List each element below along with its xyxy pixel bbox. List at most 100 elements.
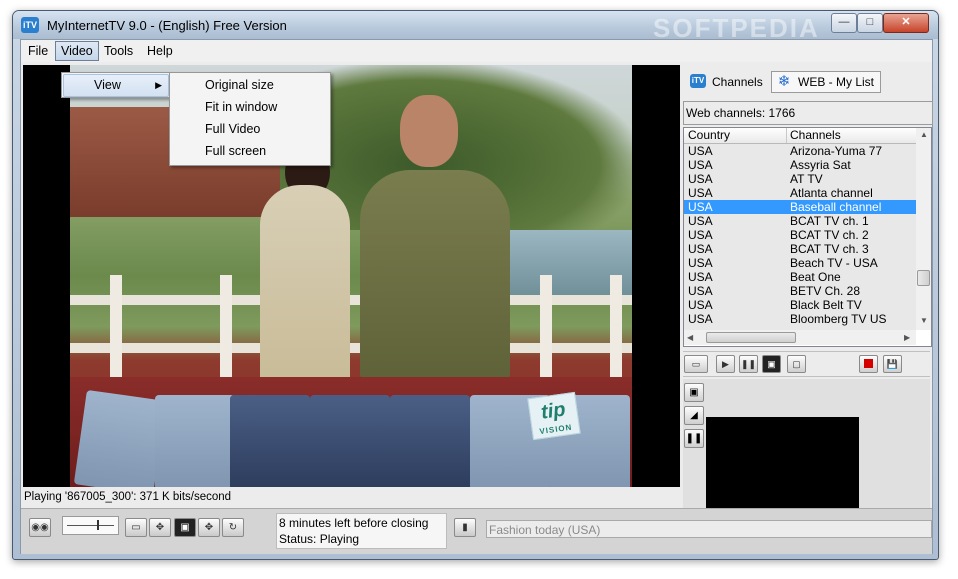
video-menu-dropdown: View ▶	[61, 72, 171, 98]
menu-item-view[interactable]: View ▶	[63, 74, 169, 97]
tab-channels[interactable]: iTV Channels	[686, 71, 769, 93]
playback-status: Playing '867005_300': 371 K bits/second	[23, 489, 681, 506]
menu-item-fit-in-window[interactable]: Fit in window	[171, 96, 329, 118]
scroll-down-icon[interactable]: ▼	[920, 316, 928, 325]
app-window: iTV MyInternetTV 9.0 - (English) Free Ve…	[12, 10, 939, 560]
channel-list[interactable]: Country Channels USA Arizona-Yuma 77 USA As…	[683, 127, 932, 347]
screen-mode-button[interactable]: ▭	[684, 355, 708, 373]
channel-name: Arizona-Yuma 77	[790, 144, 883, 158]
scroll-thumb[interactable]	[917, 270, 930, 286]
scroll-right-icon[interactable]: ▶	[904, 333, 910, 342]
menu-bar: File Video Tools Help	[21, 40, 932, 62]
channel-row[interactable]: USA Beach TV - USA	[684, 256, 916, 270]
scroll-up-icon[interactable]: ▲	[920, 130, 928, 139]
playback-controls: ▭ ▶ ❚❚ ▣ ▢ 💾	[683, 351, 930, 377]
record-button[interactable]	[859, 355, 878, 373]
volume-slider[interactable]	[62, 516, 119, 535]
channel-name: Black Belt TV	[790, 298, 862, 312]
web-channels-count: Web channels: 1766	[683, 101, 933, 125]
save-button[interactable]: 💾	[883, 355, 902, 373]
channel-name: Bloomberg TV US	[790, 312, 887, 326]
tab-web-my-list[interactable]: ❄ WEB - My List	[771, 71, 882, 93]
scroll-left-icon[interactable]: ◀	[687, 333, 693, 342]
channel-row[interactable]: USA Bloomberg TV US	[684, 312, 916, 326]
vertical-scrollbar[interactable]: ▲ ▼	[916, 128, 931, 330]
closing-timer-text: 8 minutes left before closing	[279, 516, 429, 530]
channel-country: USA	[688, 298, 713, 312]
channel-name: BCAT TV ch. 3	[790, 242, 869, 256]
channel-logo-text: tip	[539, 398, 567, 424]
speaker-icon[interactable]: ◢	[684, 406, 704, 425]
tab-channels-label: Channels	[712, 75, 763, 89]
menu-item-full-screen[interactable]: Full screen	[171, 140, 329, 162]
list-header: Country Channels	[684, 128, 916, 144]
refresh-icon[interactable]: ↻	[222, 518, 244, 537]
channel-panel: iTV Channels ❄ WEB - My List Web channel…	[682, 65, 933, 531]
channel-row[interactable]: USA Arizona-Yuma 77	[684, 144, 916, 158]
status-text: Status: Playing	[279, 532, 360, 546]
video-player[interactable]: tip VISION	[23, 65, 680, 487]
channel-rows: USA Arizona-Yuma 77 USA Assyria Sat USA AT TV…	[684, 144, 916, 330]
channel-country: USA	[688, 186, 713, 200]
now-playing-field: Fashion today (USA)	[486, 520, 932, 538]
menu-item-full-video[interactable]: Full Video	[171, 118, 329, 140]
panel-toggle-button[interactable]: ▮	[454, 518, 476, 537]
resize-icon[interactable]: ✥	[198, 518, 220, 537]
display-icon[interactable]: ▣	[684, 383, 704, 402]
menu-item-original-size[interactable]: Original size	[171, 74, 329, 96]
preview-area: ▣ ◢ ❚❚	[683, 379, 930, 529]
channel-row[interactable]: USA BCAT TV ch. 2	[684, 228, 916, 242]
screenshot-button[interactable]: ▢	[787, 355, 806, 373]
channel-name: Beat One	[790, 270, 841, 284]
window-mode-button[interactable]: ▭	[125, 518, 147, 537]
channel-row[interactable]: USA Atlanta channel	[684, 186, 916, 200]
channel-row[interactable]: USA BETV Ch. 28	[684, 284, 916, 298]
maximize-button[interactable]: □	[857, 13, 883, 33]
fullscreen-icon[interactable]: ▣	[762, 355, 781, 373]
view-submenu: Original size Fit in window Full Video F…	[169, 72, 331, 166]
channel-country: USA	[688, 158, 713, 172]
title-bar[interactable]: iTV MyInternetTV 9.0 - (English) Free Ve…	[13, 11, 938, 43]
channel-row[interactable]: USA BCAT TV ch. 1	[684, 214, 916, 228]
video-frame: tip VISION	[70, 65, 632, 487]
channel-name: BCAT TV ch. 1	[790, 214, 869, 228]
menu-help[interactable]: Help	[142, 42, 178, 60]
preview-screen	[706, 417, 859, 514]
channel-country: USA	[688, 270, 713, 284]
channel-name: Beach TV - USA	[790, 256, 878, 270]
channel-row[interactable]: USA Beat One	[684, 270, 916, 284]
menu-tools[interactable]: Tools	[99, 42, 138, 60]
channel-name: BETV Ch. 28	[790, 284, 861, 298]
channel-country: USA	[688, 144, 713, 158]
channel-row[interactable]: USA Baseball channel	[684, 200, 916, 214]
app-icon[interactable]: iTV	[21, 17, 39, 33]
column-country[interactable]: Country	[684, 128, 787, 143]
close-button[interactable]: ✕	[883, 13, 929, 33]
channel-name: Atlanta channel	[790, 186, 873, 200]
channel-row[interactable]: USA BCAT TV ch. 3	[684, 242, 916, 256]
channel-name: Baseball channel	[790, 200, 882, 214]
channel-country: USA	[688, 242, 713, 256]
horizontal-scrollbar[interactable]: ◀ ▶	[684, 330, 916, 345]
channel-country: USA	[688, 312, 713, 326]
channel-row[interactable]: USA Black Belt TV	[684, 298, 916, 312]
minimize-button[interactable]: —	[831, 13, 857, 33]
expand-icon[interactable]: ✥	[149, 518, 171, 537]
channel-row[interactable]: USA AT TV	[684, 172, 916, 186]
play-button[interactable]: ▶	[716, 355, 735, 373]
binoculars-icon[interactable]: ◉◉	[29, 518, 51, 537]
hscroll-thumb[interactable]	[706, 332, 796, 343]
channel-logo: tip VISION	[527, 391, 581, 441]
slider-knob[interactable]	[97, 520, 99, 530]
menu-file[interactable]: File	[23, 42, 53, 60]
globe-icon: ❄	[777, 73, 791, 90]
column-channels[interactable]: Channels	[786, 128, 914, 143]
channel-country: USA	[688, 172, 713, 186]
channel-country: USA	[688, 284, 713, 298]
pause-small-button[interactable]: ❚❚	[684, 429, 704, 448]
channel-name: AT TV	[790, 172, 823, 186]
menu-video[interactable]: Video	[55, 41, 99, 61]
fullscreen-button[interactable]: ▣	[174, 518, 196, 537]
channel-row[interactable]: USA Assyria Sat	[684, 158, 916, 172]
pause-button[interactable]: ❚❚	[739, 355, 758, 373]
